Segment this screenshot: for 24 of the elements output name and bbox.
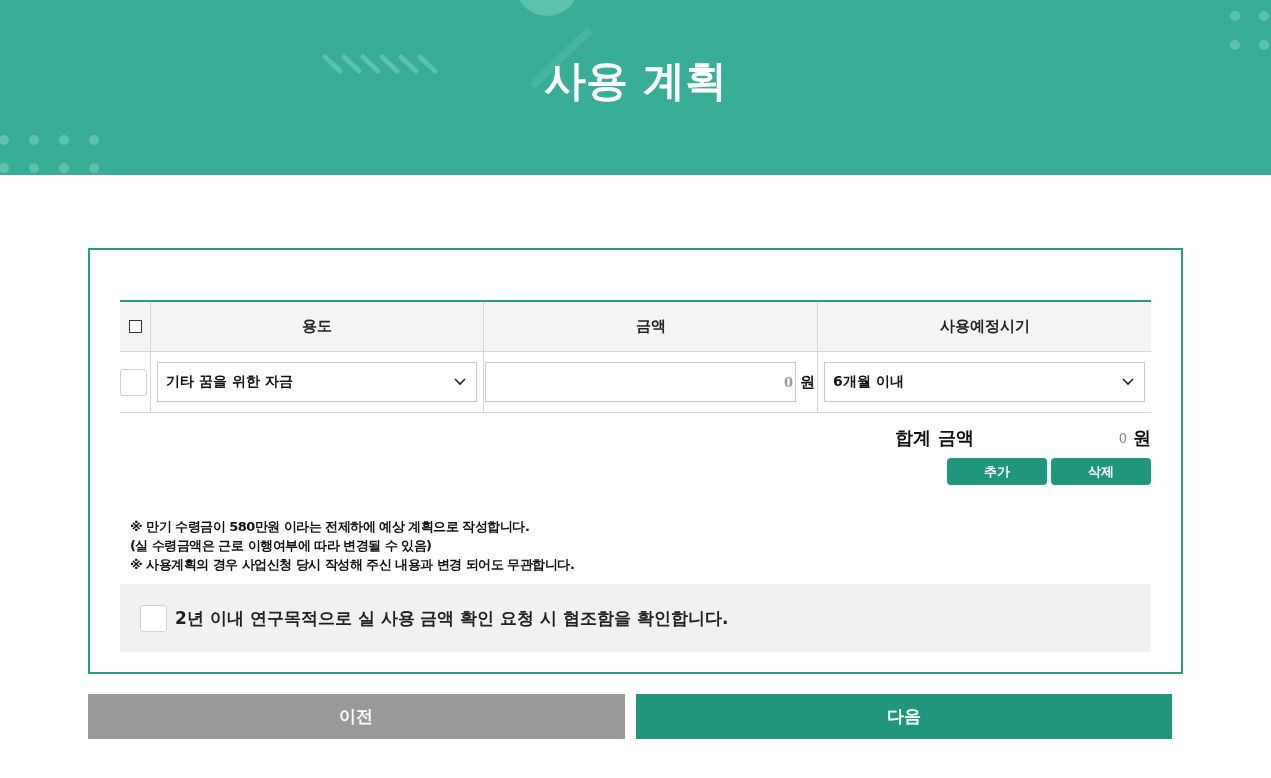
column-header: 사용예정시기 bbox=[939, 317, 1030, 336]
row-checkbox[interactable] bbox=[120, 368, 147, 396]
agreement-text: 2년 이내 연구목적으로 실 사용 금액 확인 요청 시 협조함을 확인합니다. bbox=[175, 606, 729, 630]
note-text: ※ 만기 수령금이 580만원 이라는 전제하에 예상 계획으로 작성합니다. bbox=[130, 518, 531, 536]
column-header: 용도 bbox=[302, 317, 332, 336]
previous-button[interactable]: 이전 bbox=[88, 694, 625, 739]
total-value: 0 bbox=[1118, 430, 1127, 446]
unit-label: 원 bbox=[1133, 426, 1151, 450]
note-text: ※ 사용계획의 경우 사업신청 당시 작성해 주신 내용과 변경 되어도 무관합니다. bbox=[130, 556, 576, 574]
purpose-select[interactable]: 기타 꿈을 위한 자금 bbox=[157, 362, 477, 402]
chevron-down-icon bbox=[454, 378, 466, 386]
select-all-checkbox[interactable] bbox=[128, 320, 142, 333]
page-title: 사용 계획 bbox=[544, 54, 727, 107]
chevron-down-icon bbox=[1122, 378, 1134, 386]
total-label: 합계 금액 bbox=[895, 426, 974, 450]
amount-field[interactable]: 0 bbox=[485, 362, 796, 402]
period-select[interactable]: 6개월 이내 bbox=[824, 362, 1145, 402]
note-text: (실 수령금액은 근로 이행여부에 따라 변경될 수 있음) bbox=[130, 537, 433, 555]
row-action-button[interactable]: 추가 bbox=[947, 458, 1047, 485]
next-button[interactable]: 다음 bbox=[635, 694, 1172, 739]
agreement-checkbox[interactable] bbox=[140, 604, 167, 632]
column-header: 금액 bbox=[635, 317, 666, 336]
unit-label: 원 bbox=[800, 372, 815, 392]
row-action-button[interactable]: 삭제 bbox=[1051, 458, 1151, 485]
